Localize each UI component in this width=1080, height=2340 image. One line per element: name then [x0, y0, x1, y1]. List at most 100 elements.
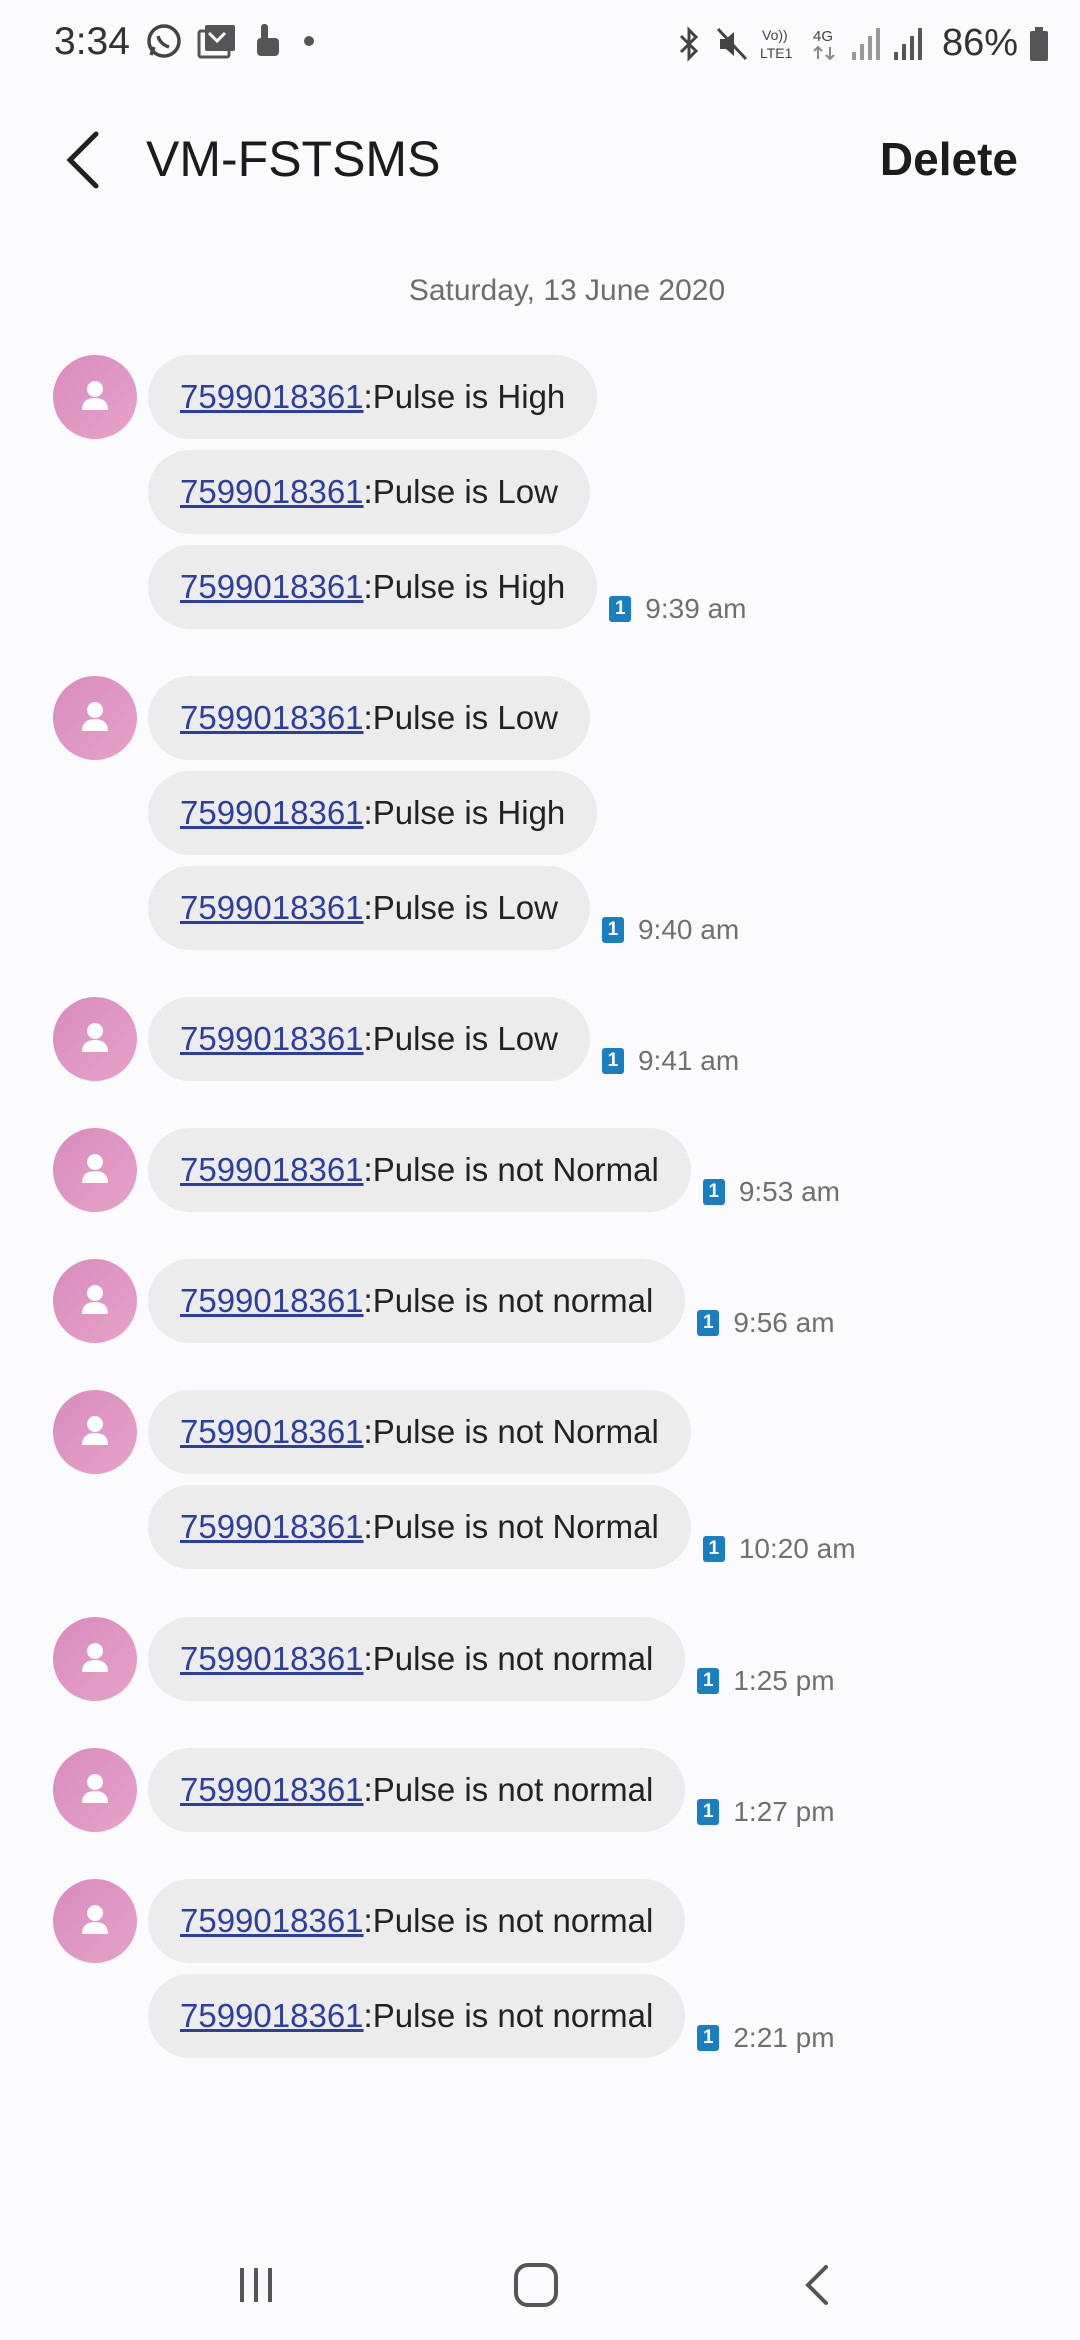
sim1-icon: 1 [697, 1310, 720, 1336]
sim1-icon: 1 [702, 1179, 725, 1205]
person-icon [82, 381, 108, 410]
avatar[interactable] [53, 1128, 137, 1212]
person-icon [82, 1905, 108, 1934]
message-bubble[interactable]: 7599018361:Pulse is not normal [148, 1879, 686, 1963]
message-text: :Pulse is not normal [363, 1640, 654, 1677]
phone-number-link[interactable]: 7599018361 [180, 889, 364, 927]
phone-number-link[interactable]: 7599018361 [180, 568, 364, 606]
back-button[interactable] [56, 128, 112, 192]
message-bubble[interactable]: 7599018361:Pulse is Low [148, 997, 590, 1081]
nav-back-button[interactable] [783, 2250, 853, 2320]
mute-icon [714, 25, 750, 63]
phone-number-link[interactable]: 7599018361 [180, 1771, 364, 1809]
message-meta: 1 10:20 am [702, 1533, 856, 1565]
message-row: 7599018361:Pulse is not Normal 1 10:20 am [148, 1485, 856, 1569]
message-time: 1:25 pm [733, 1665, 835, 1696]
avatar[interactable] [53, 676, 137, 760]
message-bubble[interactable]: 7599018361:Pulse is not normal [148, 1974, 686, 2058]
message-bubble[interactable]: 7599018361:Pulse is High [148, 771, 598, 855]
message-bubble[interactable]: 7599018361:Pulse is High [148, 545, 598, 629]
message-bubble[interactable]: 7599018361:Pulse is High [148, 355, 598, 439]
phone-number-link[interactable]: 7599018361 [180, 1282, 364, 1320]
phone-number-link[interactable]: 7599018361 [180, 473, 364, 511]
message-meta: 1 9:53 am [702, 1176, 840, 1208]
phone-number-link[interactable]: 7599018361 [180, 1902, 364, 1940]
message-row: 7599018361:Pulse is not normal [148, 1879, 686, 1963]
message-row: 7599018361:Pulse is not normal 1 1:27 pm [148, 1748, 835, 1832]
svg-text:4G: 4G [813, 28, 833, 45]
delete-button[interactable]: Delete [880, 132, 1018, 186]
phone-number-link[interactable]: 7599018361 [180, 794, 364, 832]
message-text: :Pulse is not Normal [363, 1413, 659, 1450]
message-meta: 1 9:39 am [609, 593, 746, 625]
person-icon [82, 1154, 108, 1183]
message-text: :Pulse is not normal [363, 1902, 654, 1939]
message-bubble[interactable]: 7599018361:Pulse is Low [148, 450, 590, 534]
phone-number-link[interactable]: 7599018361 [180, 1640, 364, 1678]
sim1-icon: 1 [601, 1048, 624, 1074]
message-text: :Pulse is Low [363, 1020, 558, 1057]
message-bubble[interactable]: 7599018361:Pulse is not normal [148, 1748, 686, 1832]
message-bubble[interactable]: 7599018361:Pulse is Low [148, 866, 590, 950]
message-row: 7599018361:Pulse is not normal 1 1:25 pm [148, 1617, 835, 1701]
phone-number-link[interactable]: 7599018361 [180, 1413, 364, 1451]
message-row: 7599018361:Pulse is High [148, 355, 598, 439]
avatar[interactable] [53, 1617, 137, 1701]
message-bubble[interactable]: 7599018361:Pulse is not Normal [148, 1485, 691, 1569]
message-row: 7599018361:Pulse is not normal 1 9:56 am [148, 1259, 835, 1343]
dot-icon [299, 31, 319, 51]
sim1-icon: 1 [697, 1799, 720, 1825]
system-icons: Vo)) LTE1 4G 86% [674, 22, 1050, 65]
message-row: 7599018361:Pulse is not normal 1 2:21 pm [148, 1974, 835, 2058]
message-text: :Pulse is High [363, 794, 566, 831]
chevron-left-icon [66, 131, 99, 189]
phone-number-link[interactable]: 7599018361 [180, 378, 364, 416]
message-text: :Pulse is High [363, 568, 566, 605]
person-icon [82, 1023, 108, 1052]
status-time: 3:34 [54, 20, 130, 63]
message-row: 7599018361:Pulse is High [148, 771, 598, 855]
phone-number-link[interactable]: 7599018361 [180, 1020, 364, 1058]
message-bubble[interactable]: 7599018361:Pulse is Low [148, 676, 590, 760]
message-bubble[interactable]: 7599018361:Pulse is not Normal [148, 1390, 691, 1474]
message-row: 7599018361:Pulse is not Normal 1 9:53 am [148, 1128, 840, 1212]
gallery-icon [197, 23, 237, 59]
phone-number-link[interactable]: 7599018361 [180, 1151, 364, 1189]
signal-icon [850, 26, 882, 62]
message-time: 9:39 am [645, 593, 747, 624]
phone-number-link[interactable]: 7599018361 [180, 699, 364, 737]
message-time: 9:41 am [637, 1045, 740, 1076]
message-bubble[interactable]: 7599018361:Pulse is not normal [148, 1259, 686, 1343]
back-icon [805, 2265, 828, 2305]
battery-percent: 86% [941, 22, 1018, 64]
message-bubble[interactable]: 7599018361:Pulse is not Normal [148, 1128, 691, 1212]
person-icon [82, 1285, 108, 1314]
message-text: :Pulse is Low [363, 889, 558, 926]
message-meta: 1 2:21 pm [697, 2022, 835, 2054]
home-button[interactable] [501, 2250, 571, 2320]
message-bubble[interactable]: 7599018361:Pulse is not normal [148, 1617, 686, 1701]
avatar[interactable] [53, 997, 137, 1081]
recents-button[interactable] [221, 2250, 291, 2320]
phone-number-link[interactable]: 7599018361 [180, 1508, 364, 1546]
message-time: 9:40 am [637, 914, 740, 945]
message-text: :Pulse is Low [363, 699, 558, 736]
avatar[interactable] [53, 355, 137, 439]
phone-number-link[interactable]: 7599018361 [180, 1997, 364, 2035]
svg-text:LTE1: LTE1 [760, 45, 793, 61]
message-time: 10:20 am [738, 1533, 856, 1564]
avatar[interactable] [53, 1390, 137, 1474]
message-time: 9:53 am [738, 1176, 840, 1207]
avatar[interactable] [53, 1748, 137, 1832]
message-row: 7599018361:Pulse is High 1 9:39 am [148, 545, 746, 629]
home-icon [514, 2263, 558, 2307]
avatar[interactable] [53, 1879, 137, 1963]
person-icon [82, 1416, 108, 1445]
message-text: :Pulse is High [363, 378, 566, 415]
sim1-icon: 1 [609, 596, 632, 622]
touch-icon [251, 22, 285, 60]
avatar[interactable] [53, 1259, 137, 1343]
conversation-title: VM-FSTSMS [146, 131, 441, 187]
signal-icon [892, 26, 924, 62]
message-text: :Pulse is not Normal [363, 1151, 659, 1188]
